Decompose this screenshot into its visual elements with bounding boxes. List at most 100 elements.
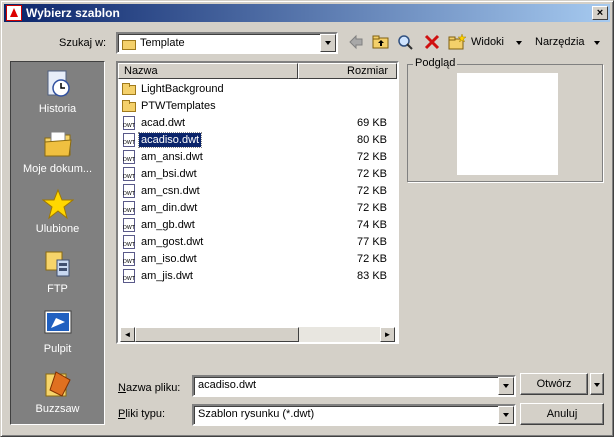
preview-image [457,73,558,175]
back-arrow-icon[interactable] [346,33,368,53]
file-name: am_gost.dwt [141,236,204,248]
desktop-icon [42,308,74,340]
close-button[interactable]: × [592,6,608,20]
dwt-file-icon [122,167,136,181]
cancel-button[interactable]: Anuluj [520,403,604,425]
file-list-item[interactable]: PTWTemplates [120,98,395,115]
place-label: Pulpit [43,343,72,355]
views-menu[interactable]: Widoki [471,36,504,48]
template-dialog: Wybierz szablon × Szukaj w: Template Wid… [0,0,614,437]
place-label: Moje dokum... [22,163,93,175]
open-button[interactable]: Otwórz [520,373,588,395]
title-bar: Wybierz szablon × [4,4,610,22]
lookin-value: Template [140,37,185,49]
open-chevron-down-icon [594,383,600,387]
file-list-item[interactable]: LightBackground [120,81,395,98]
cancel-button-label: Anuluj [546,408,578,420]
dwt-file-icon [122,116,136,130]
scroll-left-arrow-icon[interactable]: ◄ [120,327,135,342]
autocad-app-icon [6,5,22,21]
place-label: Historia [38,103,77,115]
file-list-item[interactable]: am_iso.dwt 72 KB [120,251,395,268]
file-list-item[interactable]: am_csn.dwt 72 KB [120,183,395,200]
column-header-name[interactable]: Nazwa [118,63,298,79]
file-list-item[interactable]: acadiso.dwt 80 KB [120,132,395,149]
file-size: 72 KB [357,168,387,180]
file-list-item[interactable]: am_gost.dwt 77 KB [120,234,395,251]
open-options-button[interactable] [590,373,604,395]
favorites-star-icon [41,188,75,220]
file-name: am_iso.dwt [141,253,197,265]
new-folder-icon[interactable] [447,33,469,53]
file-list-item[interactable]: acad.dwt 69 KB [120,115,395,132]
place-label: Buzzsaw [35,403,80,415]
tools-menu[interactable]: Narzędzia [535,36,585,48]
file-name: am_din.dwt [141,202,198,214]
open-button-label: Otwórz [536,378,572,390]
place-favorites[interactable]: Ulubione [11,184,104,242]
file-list-item[interactable]: am_jis.dwt 83 KB [120,268,395,285]
views-chevron-down-icon[interactable] [516,41,522,45]
file-size: 80 KB [357,134,387,146]
file-name: am_jis.dwt [141,270,193,282]
file-size: 72 KB [357,151,387,163]
file-list-item[interactable]: am_din.dwt 72 KB [120,200,395,217]
lookin-dropdown-arrow[interactable] [320,34,336,52]
filetype-combo[interactable]: Szablon rysunku (*.dwt) [192,404,516,426]
search-web-icon[interactable] [396,33,418,53]
ftp-icon [42,248,74,280]
place-label: FTP [47,283,68,295]
file-list-item[interactable]: am_gb.dwt 74 KB [120,217,395,234]
dwt-file-icon [122,252,136,266]
file-size: 77 KB [357,236,387,248]
filename-input[interactable]: acadiso.dwt [198,379,256,391]
horizontal-scrollbar[interactable]: ◄ ► [120,327,395,342]
dwt-file-icon [122,218,136,232]
file-size: 72 KB [357,253,387,265]
folder-icon [122,99,136,113]
place-my-documents[interactable]: Moje dokum... [11,124,104,182]
dwt-file-icon [122,184,136,198]
place-buzzsaw[interactable]: Buzzsaw [11,364,104,422]
column-header-size[interactable]: Rozmiar [298,63,397,79]
filetype-dropdown-arrow[interactable] [498,406,514,424]
column-header-size-label: Rozmiar [347,65,388,77]
place-ftp[interactable]: FTP [11,244,104,302]
views-label: Widoki [471,36,505,48]
scrollbar-thumb[interactable] [135,327,299,342]
folder-icon [122,40,136,50]
delete-icon[interactable] [422,33,444,53]
dwt-file-icon [122,150,136,164]
column-header-name-label: Nazwa [124,65,158,77]
buzzsaw-icon [42,368,74,400]
file-name: am_csn.dwt [141,185,200,197]
file-name: am_gb.dwt [141,219,195,231]
tools-label: Narzędzia [535,36,585,48]
my-documents-icon [42,128,74,160]
file-size: 74 KB [357,219,387,231]
file-name: acad.dwt [141,117,186,129]
file-name: am_bsi.dwt [141,168,197,180]
filename-combo[interactable]: acadiso.dwt [192,375,516,397]
file-list[interactable]: Nazwa Rozmiar LightBackground PTWTemplate… [116,61,399,344]
file-size: 72 KB [357,202,387,214]
up-folder-icon[interactable] [371,33,393,53]
scroll-right-arrow-icon[interactable]: ► [380,327,395,342]
file-name: LightBackground [141,83,224,95]
filetype-label: Pliki typu: [118,408,166,420]
dwt-file-icon [122,201,136,215]
place-label: Ulubione [35,223,80,235]
lookin-combo[interactable]: Template [116,32,338,54]
window-title: Wybierz szablon [26,6,120,20]
preview-label: Podgląd [413,57,458,69]
filename-dropdown-arrow[interactable] [498,377,514,395]
file-list-item[interactable]: am_bsi.dwt 72 KB [120,166,395,183]
file-name: PTWTemplates [141,100,216,112]
tools-chevron-down-icon[interactable] [594,41,600,45]
folder-icon [122,82,136,96]
file-list-item[interactable]: am_ansi.dwt 72 KB [120,149,395,166]
file-size: 69 KB [357,117,387,129]
filetype-select[interactable]: Szablon rysunku (*.dwt) [198,408,314,420]
place-history[interactable]: Historia [11,64,104,122]
place-desktop[interactable]: Pulpit [11,304,104,362]
